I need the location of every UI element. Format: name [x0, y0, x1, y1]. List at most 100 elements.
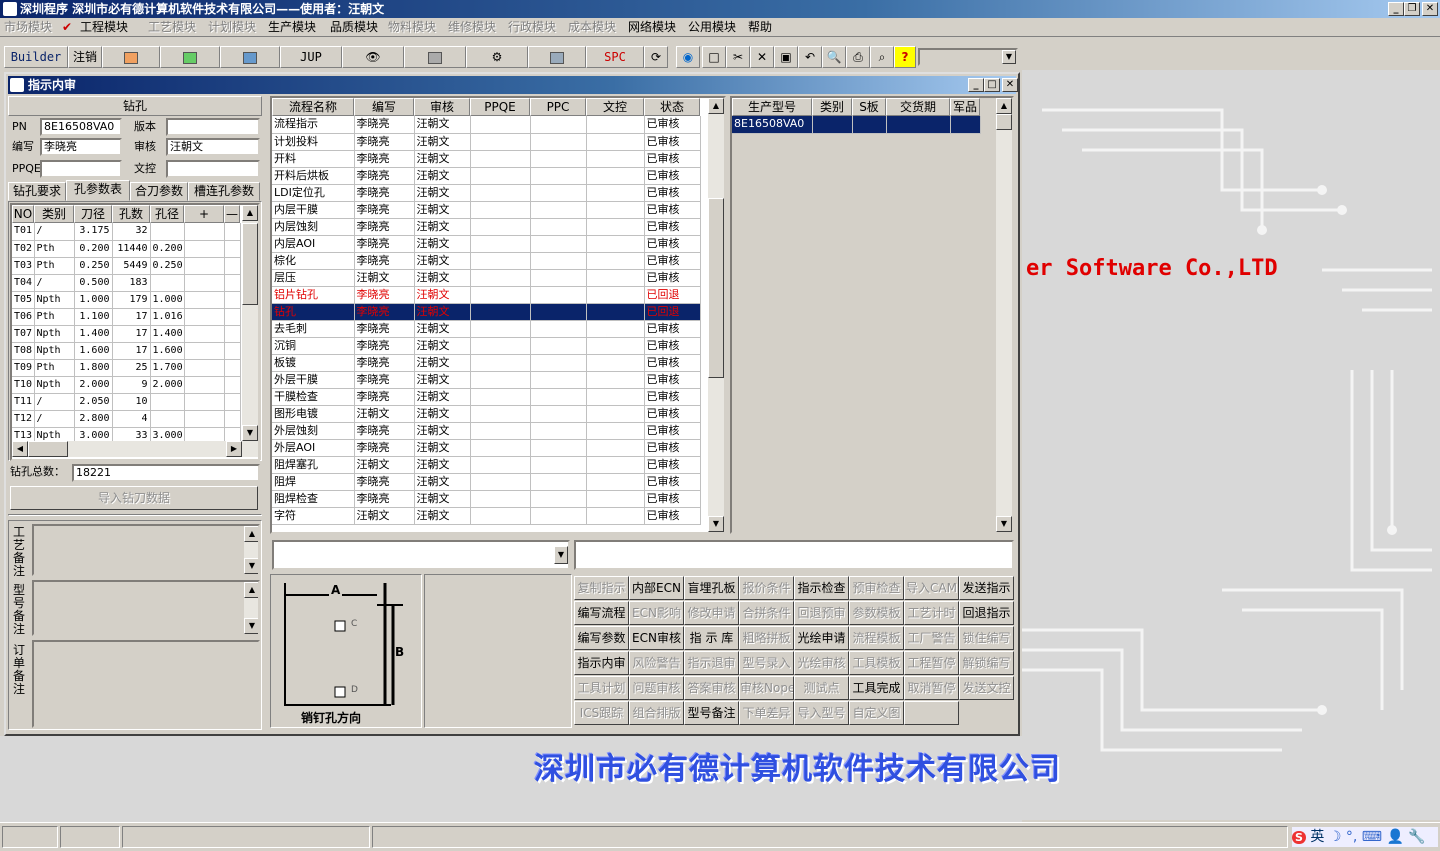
action-button[interactable]: 编写参数: [574, 626, 629, 650]
pn-field[interactable]: 8E16508VA0: [40, 118, 122, 136]
table-row[interactable]: 内层蚀刻 李晓亮 汪朝文 已审核: [272, 218, 701, 236]
action-button[interactable]: 预审检查: [849, 576, 904, 600]
user-icon[interactable]: 👤: [1386, 829, 1403, 845]
menu-4[interactable]: 生产模块: [268, 19, 316, 36]
action-button[interactable]: 自定义图: [849, 701, 904, 725]
table-row[interactable]: 阻焊检查 李晓亮 汪朝文 已审核: [272, 490, 701, 508]
action-button[interactable]: 内部ECN: [629, 576, 684, 600]
column-header[interactable]: NO: [12, 205, 34, 223]
action-button[interactable]: 下单差异: [739, 701, 794, 725]
table-row[interactable]: T07 Npth 1.400 17 1.400: [12, 325, 241, 343]
cut-icon[interactable]: ✂: [726, 46, 750, 68]
monitor-icon[interactable]: [528, 46, 586, 68]
table-row[interactable]: 板镀 李晓亮 汪朝文 已审核: [272, 354, 701, 372]
action-button[interactable]: 工厂警告: [904, 626, 959, 650]
menu-0[interactable]: 市场模块: [4, 19, 52, 36]
action-button[interactable]: 编写流程: [574, 601, 629, 625]
process-note[interactable]: ▲ ▼: [32, 524, 260, 576]
action-button[interactable]: 报价条件: [739, 576, 794, 600]
scroll-down-icon[interactable]: ▼: [242, 425, 258, 441]
punctuation-icon[interactable]: °,: [1346, 829, 1357, 845]
menu-2[interactable]: 工艺模块: [148, 19, 196, 36]
action-button[interactable]: 型号备注: [684, 701, 739, 725]
word-icon[interactable]: [220, 46, 280, 68]
save-icon[interactable]: ▣: [774, 46, 798, 68]
action-button[interactable]: 型号录入: [739, 651, 794, 675]
table-row[interactable]: 外层蚀刻 李晓亮 汪朝文 已审核: [272, 422, 701, 440]
menu-3[interactable]: 计划模块: [208, 19, 256, 36]
table-row[interactable]: T10 Npth 2.000 9 2.000: [12, 376, 241, 394]
action-button[interactable]: 发送文控: [959, 676, 1014, 700]
preview-icon[interactable]: 🔍: [822, 46, 846, 68]
table-row[interactable]: 图形电镀 汪朝文 汪朝文 已审核: [272, 405, 701, 423]
flow-scroll-thumb[interactable]: [708, 198, 724, 378]
control-field[interactable]: [166, 160, 260, 178]
import-drill-button[interactable]: 导入钻刀数据: [10, 486, 258, 510]
restore-button[interactable]: ❐: [1404, 2, 1420, 16]
action-button[interactable]: 指 示 库: [684, 626, 739, 650]
action-button[interactable]: 解锁编写: [959, 651, 1014, 675]
spc-button[interactable]: SPC: [586, 46, 644, 68]
window-minimize-button[interactable]: _: [968, 78, 984, 92]
excel-icon[interactable]: [160, 46, 220, 68]
table-row[interactable]: 阻焊 李晓亮 汪朝文 已审核: [272, 473, 701, 491]
flow-scroll-down-icon[interactable]: ▼: [708, 516, 724, 532]
editor-field[interactable]: 李晓亮: [40, 138, 122, 156]
tab-drill-requirements[interactable]: 钻孔要求: [8, 182, 66, 201]
close-button[interactable]: ✕: [1422, 2, 1438, 16]
menu-12[interactable]: 帮助: [748, 19, 772, 36]
table-row[interactable]: 外层AOI 李晓亮 汪朝文 已审核: [272, 439, 701, 457]
action-button[interactable]: ECN影响: [629, 601, 684, 625]
ppqe-field[interactable]: [40, 160, 122, 178]
menu-1[interactable]: 工程模块: [80, 19, 128, 36]
menu-8[interactable]: 行政模块: [508, 19, 556, 36]
flow-grid[interactable]: 流程名称 编写 审核 PPQE PPC 文控 状态 流程指示 李晓亮 汪朝文 已审核 计划投料 李晓亮…: [270, 96, 726, 534]
table-row[interactable]: 字符 汪朝文 汪朝文 已审核: [272, 507, 701, 525]
hscroll-thumb[interactable]: [28, 441, 68, 457]
action-button[interactable]: [904, 701, 959, 725]
action-button[interactable]: 导入型号: [794, 701, 849, 725]
table-row[interactable]: T08 Npth 1.600 17 1.600: [12, 342, 241, 360]
chevron-down-icon[interactable]: ▼: [1002, 50, 1016, 64]
new-file-icon[interactable]: □: [702, 46, 726, 68]
action-button[interactable]: 发送指示: [959, 576, 1014, 600]
action-button[interactable]: 参数模板: [849, 601, 904, 625]
table-row[interactable]: 外层干膜 李晓亮 汪朝文 已审核: [272, 371, 701, 389]
sogou-icon[interactable]: S: [1292, 831, 1306, 844]
tab-tool-params[interactable]: 合刀参数: [130, 182, 188, 201]
minimize-button[interactable]: _: [1388, 2, 1404, 16]
action-button[interactable]: 指示内审: [574, 651, 629, 675]
column-header[interactable]: 军品: [950, 98, 980, 116]
flow-combo[interactable]: ▼: [272, 540, 570, 570]
table-row[interactable]: 铝片钻孔 李晓亮 汪朝文 已回退: [272, 286, 701, 304]
scroll-thumb[interactable]: [242, 223, 258, 305]
action-button[interactable]: 指示检查: [794, 576, 849, 600]
action-button[interactable]: 答案审核: [684, 676, 739, 700]
column-header[interactable]: S板: [852, 98, 886, 116]
action-button[interactable]: 回退预审: [794, 601, 849, 625]
column-header[interactable]: 类别: [34, 205, 74, 223]
jup-button[interactable]: JUP: [280, 46, 342, 68]
column-header[interactable]: 类别: [812, 98, 852, 116]
reviewer-field[interactable]: 汪朝文: [166, 138, 260, 156]
action-button[interactable]: 流程模板: [849, 626, 904, 650]
table-row[interactable]: 钻孔 李晓亮 汪朝文 已回退: [272, 303, 701, 321]
column-header[interactable]: 交货期: [886, 98, 950, 116]
tab-slot-params[interactable]: 槽连孔参数: [188, 182, 260, 201]
action-button[interactable]: 导入CAM: [904, 576, 959, 600]
window-close-button[interactable]: ✕: [1002, 78, 1018, 92]
column-header[interactable]: 编写: [354, 98, 414, 116]
action-button[interactable]: 复制指示: [574, 576, 629, 600]
column-header[interactable]: 审核: [414, 98, 470, 116]
table-row[interactable]: 干膜检查 李晓亮 汪朝文 已审核: [272, 388, 701, 406]
table-row[interactable]: 层压 汪朝文 汪朝文 已审核: [272, 269, 701, 287]
table-row[interactable]: 开料后烘板 李晓亮 汪朝文 已审核: [272, 167, 701, 185]
action-button[interactable]: 组合排版: [629, 701, 684, 725]
column-header[interactable]: 流程名称: [272, 98, 354, 116]
logout-button[interactable]: 注销: [68, 46, 102, 68]
order-note[interactable]: [32, 640, 260, 728]
powerpoint-icon[interactable]: [102, 46, 160, 68]
action-button[interactable]: ECN审核: [629, 626, 684, 650]
table-row[interactable]: T06 Pth 1.100 17 1.016: [12, 308, 241, 326]
action-button[interactable]: 工程暂停: [904, 651, 959, 675]
